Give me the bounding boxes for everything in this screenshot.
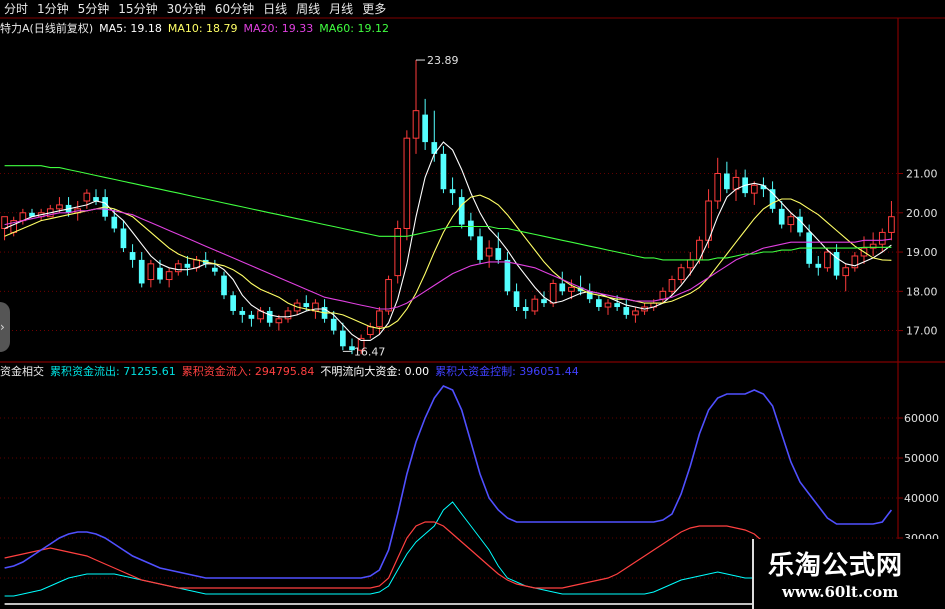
- candle-body-59: [541, 299, 547, 304]
- candle-body-0: [1, 216, 8, 229]
- side-expand-handle[interactable]: ›: [0, 302, 10, 352]
- chart-grid: [0, 17, 945, 609]
- candle-body-45: [412, 110, 420, 139]
- candle-body-52: [477, 236, 483, 260]
- candle-body-73: [668, 279, 676, 292]
- candle-body-16: [147, 263, 155, 281]
- watermark-title: 乐淘公式网: [768, 551, 904, 581]
- candle-body-14: [129, 252, 136, 260]
- candle-body-82: [750, 184, 758, 194]
- candle-body-46: [422, 114, 428, 143]
- candle-body-67: [614, 303, 620, 308]
- candle-body-90: [824, 251, 831, 269]
- candle-body-60: [549, 282, 557, 304]
- candle-body-76: [696, 239, 703, 261]
- candle-body-58: [531, 298, 539, 312]
- candle-body-40: [366, 326, 374, 336]
- candle-body-78: [714, 173, 722, 202]
- candle-body-6: [56, 204, 63, 210]
- candle-body-53: [485, 247, 493, 257]
- candle-body-48: [440, 153, 447, 190]
- candle-body-13: [120, 228, 127, 249]
- main-y-label-3: 18.00: [906, 285, 938, 298]
- candle-body-24: [221, 275, 227, 296]
- candle-body-74: [677, 267, 685, 281]
- candle-body-96: [878, 231, 886, 245]
- candle-body-26: [239, 310, 246, 315]
- candle-body-15: [138, 259, 145, 284]
- candle-body-69: [632, 310, 639, 316]
- annotation-label-1: 16.47: [354, 345, 386, 358]
- candle-body-51: [468, 220, 474, 237]
- sub-y-label-0: 60000: [904, 412, 939, 425]
- ma-line-0: [4, 141, 892, 341]
- main-y-label-0: 21.00: [906, 168, 938, 181]
- candle-body-29: [266, 310, 273, 323]
- candle-body-54: [495, 248, 502, 260]
- ma-line-1: [4, 194, 892, 330]
- main-y-label-4: 17.00: [906, 325, 938, 338]
- candle-body-33: [303, 303, 310, 308]
- candle-body-75: [686, 259, 694, 269]
- main-y-label-1: 20.00: [906, 207, 938, 220]
- candle-body-57: [522, 307, 529, 311]
- candle-body-12: [111, 216, 118, 229]
- candle-body-10: [93, 197, 99, 201]
- candle-body-97: [888, 216, 895, 233]
- sub-y-label-1: 50000: [904, 452, 939, 465]
- candle-body-42: [385, 279, 392, 312]
- candle-body-61: [559, 283, 566, 292]
- candle-body-65: [596, 299, 602, 308]
- candle-body-62: [568, 286, 575, 292]
- candle-body-86: [787, 216, 795, 226]
- candle-body-85: [778, 208, 785, 225]
- candle-body-20: [184, 263, 191, 268]
- candle-body-80: [732, 176, 740, 190]
- y-axis-labels: 21.00 20.00 19.00 18.00 17.00 60000 50000 40000…: [904, 168, 939, 585]
- candle-body-25: [230, 295, 236, 311]
- candle-body-36: [330, 318, 337, 331]
- candle-body-66: [604, 302, 612, 308]
- ma-line-layer: [4, 141, 892, 341]
- candle-body-56: [513, 291, 520, 308]
- candle-body-23: [212, 267, 218, 272]
- candle-body-19: [174, 263, 182, 273]
- candle-body-18: [165, 271, 173, 281]
- candle-body-79: [724, 173, 730, 190]
- candle-body-68: [623, 307, 630, 315]
- candle-body-41: [376, 310, 383, 328]
- watermark-url: www.60lt.com: [782, 583, 899, 601]
- candle-body-44: [403, 137, 411, 229]
- candle-body-50: [458, 197, 465, 225]
- candle-body-37: [340, 330, 346, 347]
- main-y-label-2: 19.00: [906, 246, 938, 259]
- candle-body-72: [659, 290, 667, 300]
- candle-layer: [1, 60, 895, 355]
- stock-chart[interactable]: 21.00 20.00 19.00 18.00 17.00 60000 50000 40000…: [0, 0, 945, 609]
- sub-y-label-2: 40000: [904, 492, 939, 505]
- candle-body-9: [83, 192, 91, 202]
- watermark: 乐淘公式网 www.60lt.com: [752, 539, 945, 609]
- candle-body-49: [449, 189, 456, 194]
- annotation-label-0: 23.89: [427, 54, 459, 67]
- candle-body-43: [394, 227, 402, 277]
- candle-body-30: [275, 318, 283, 324]
- candle-body-31: [284, 310, 292, 320]
- candle-body-17: [157, 267, 163, 280]
- candle-body-84: [769, 189, 776, 209]
- candle-body-92: [842, 267, 850, 277]
- price-annotations: 23.89 16.47: [342, 54, 459, 358]
- candle-body-27: [248, 314, 255, 319]
- chevron-right-icon: ›: [0, 320, 5, 334]
- candle-body-55: [504, 259, 511, 292]
- candle-body-89: [815, 263, 822, 268]
